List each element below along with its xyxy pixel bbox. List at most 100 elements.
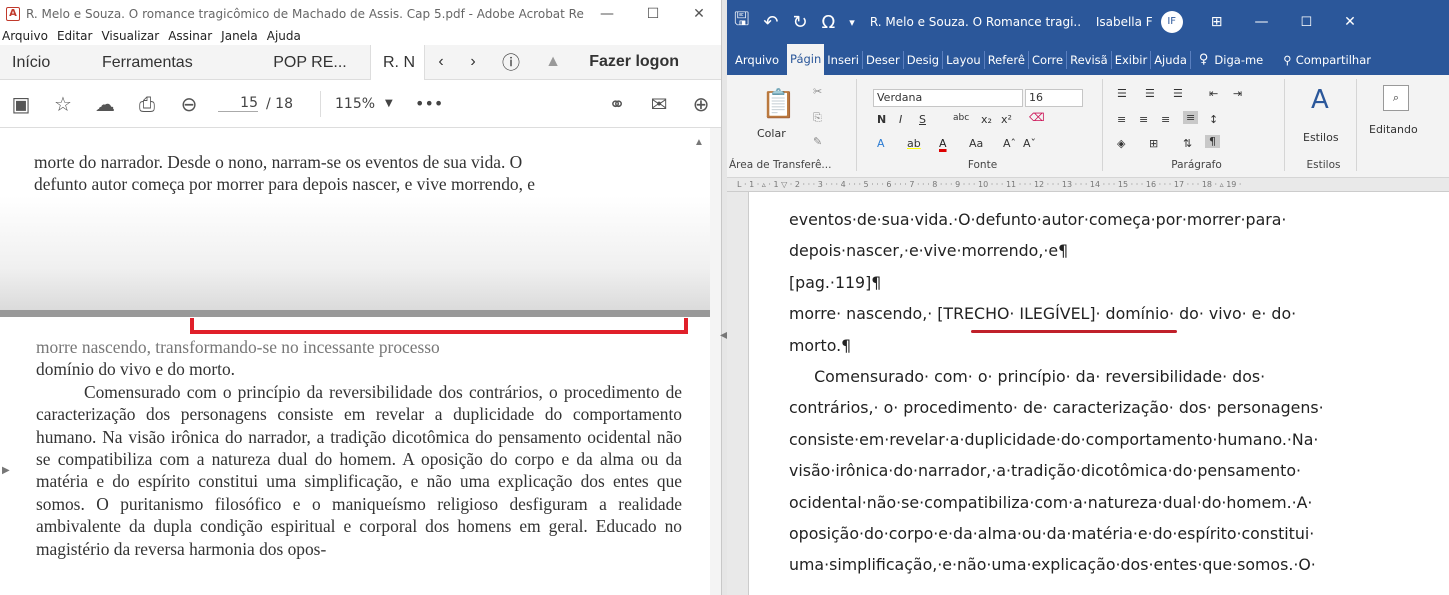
multilevel-icon[interactable]: ☰ [1173, 87, 1183, 100]
save-icon[interactable]: 🖫 [734, 7, 749, 37]
shading-icon[interactable]: ◈ [1117, 137, 1125, 150]
text-effects-icon[interactable]: A [877, 137, 885, 150]
tell-me-input[interactable]: Diga-me [1214, 53, 1263, 67]
user-name[interactable]: Isabella F [1096, 15, 1153, 29]
tab-design[interactable]: Desig [904, 50, 944, 69]
tab-revisao[interactable]: Revisã [1067, 50, 1112, 69]
tab-layout[interactable]: Layou [943, 50, 985, 69]
styles-icon[interactable]: A [1311, 85, 1329, 115]
maximize-icon[interactable]: ☐ [1300, 15, 1312, 30]
menu-editar[interactable]: Editar [57, 29, 93, 43]
avatar[interactable]: IF [1160, 11, 1183, 33]
tab-ferramentas[interactable]: Ferramentas [90, 45, 250, 80]
bold-icon[interactable]: N [877, 113, 886, 126]
editing-button[interactable]: Editando [1369, 123, 1418, 136]
cut-icon[interactable]: ✂ [813, 85, 822, 98]
format-painter-icon[interactable]: ✎ [813, 135, 822, 148]
zoom-out-icon[interactable]: ⊖ [168, 92, 210, 116]
tab-inserir[interactable]: Inseri [824, 50, 863, 69]
chevron-right-icon[interactable]: › [457, 53, 489, 71]
print-icon[interactable]: ⎙ [126, 92, 168, 116]
minimize-icon[interactable]: — [1254, 14, 1268, 30]
italic-icon[interactable]: I [899, 113, 902, 126]
change-case-icon[interactable]: Aa [969, 137, 983, 150]
tab-pagina-inicial[interactable]: Págin [787, 44, 825, 75]
menu-assinar[interactable]: Assinar [168, 29, 212, 43]
justify-icon[interactable]: ≡ [1183, 111, 1199, 124]
mail-icon[interactable]: ✉ [638, 92, 680, 116]
help-icon[interactable]: ⓘ [489, 49, 533, 75]
doc-line: morto.¶ [789, 335, 852, 355]
star-icon[interactable]: ☆ [42, 92, 84, 116]
line-spacing-icon[interactable]: ↕ [1209, 113, 1218, 126]
pdf-scrollbar[interactable] [710, 128, 721, 595]
font-size-select[interactable]: 16 [1025, 89, 1083, 107]
tab-exibir[interactable]: Exibir [1112, 50, 1152, 69]
customize-icon[interactable]: ▾ [849, 16, 855, 29]
page-number-input[interactable]: 15 [218, 95, 258, 112]
redo-icon[interactable]: ↻ [792, 12, 807, 33]
subscript-icon[interactable]: x₂ [981, 113, 992, 126]
horizontal-ruler[interactable]: L · 1 · ▵ · 1 ▽ · 2 · · · 3 · · · 4 · · … [727, 178, 1449, 192]
font-color-icon[interactable]: A [939, 137, 947, 150]
tab-doc-current[interactable]: R. N [370, 44, 425, 80]
maximize-icon[interactable]: ☐ [630, 6, 676, 22]
tab-doc-pop[interactable]: POP RE... [250, 45, 370, 80]
copy-icon[interactable]: ⎘ [813, 111, 822, 125]
paste-icon[interactable]: 📋 [761, 87, 796, 120]
numbering-icon[interactable]: ☰ [1145, 87, 1155, 100]
highlight-icon[interactable]: ab [907, 137, 921, 150]
increase-indent-icon[interactable]: ⇥ [1233, 87, 1242, 100]
zoom-select[interactable]: 115% [335, 96, 385, 112]
menu-visualizar[interactable]: Visualizar [101, 29, 159, 43]
tab-correspondencias[interactable]: Corre [1029, 50, 1068, 69]
more-icon[interactable]: ••• [415, 94, 455, 113]
symbol-icon[interactable]: Ω [822, 12, 836, 33]
sort-icon[interactable]: ⇅ [1183, 137, 1192, 150]
show-marks-icon[interactable]: ¶ [1205, 135, 1220, 148]
menu-arquivo[interactable]: Arquivo [2, 29, 48, 43]
underline-icon[interactable]: S [919, 113, 926, 126]
add-user-icon[interactable]: ⊕ [680, 92, 721, 116]
undo-icon[interactable]: ↶ [763, 12, 778, 33]
superscript-icon[interactable]: x² [1001, 113, 1012, 126]
clear-format-icon[interactable]: ⌫ [1029, 111, 1045, 124]
decrease-indent-icon[interactable]: ⇤ [1209, 87, 1218, 100]
bullets-icon[interactable]: ☰ [1117, 87, 1127, 100]
chevron-left-icon[interactable]: ‹ [425, 53, 457, 71]
bell-icon[interactable]: ▲ [533, 53, 573, 71]
close-icon[interactable]: ✕ [676, 6, 721, 22]
scroll-up-icon[interactable]: ▲ [694, 132, 704, 154]
menu-janela[interactable]: Janela [221, 29, 258, 43]
share-button[interactable]: Compartilhar [1296, 53, 1371, 67]
menu-ajuda[interactable]: Ajuda [267, 29, 301, 43]
align-left-icon[interactable]: ≡ [1117, 113, 1126, 126]
search-icon[interactable]: ⌕ [1383, 85, 1409, 111]
styles-button[interactable]: Estilos [1303, 131, 1339, 144]
tab-arquivo[interactable]: Arquivo [727, 51, 787, 69]
strikethrough-icon[interactable]: abc [953, 113, 969, 123]
shrink-font-icon[interactable]: Aˇ [1023, 137, 1036, 150]
minimize-icon[interactable]: — [584, 6, 630, 22]
login-button[interactable]: Fazer logon [573, 53, 693, 71]
save-icon[interactable]: ▣ [0, 92, 42, 116]
expand-left-icon[interactable]: ▶ [2, 460, 10, 482]
tab-referencias[interactable]: Referê [985, 50, 1029, 69]
link-icon[interactable]: ⚭ [596, 92, 638, 116]
grow-font-icon[interactable]: Aˆ [1003, 137, 1016, 150]
ribbon-display-icon[interactable]: ⊞ [1211, 14, 1223, 30]
share-icon[interactable]: ⚲ [1283, 53, 1291, 67]
word-document-body[interactable]: eventos·de·sua·vida.·O·defunto·autor·com… [789, 204, 1379, 581]
close-icon[interactable]: ✕ [1344, 14, 1356, 30]
tab-inicio[interactable]: Início [0, 45, 90, 80]
chevron-down-icon[interactable]: ▼ [385, 98, 415, 109]
tab-ajuda[interactable]: Ajuda [1151, 50, 1191, 69]
tab-desenhar[interactable]: Deser [863, 50, 904, 69]
borders-icon[interactable]: ⊞ [1149, 137, 1158, 150]
align-right-icon[interactable]: ≡ [1161, 113, 1170, 126]
paste-button[interactable]: Colar [757, 127, 786, 140]
upload-cloud-icon[interactable]: ☁ [84, 92, 126, 116]
align-center-icon[interactable]: ≡ [1139, 113, 1148, 126]
vertical-ruler[interactable] [727, 192, 749, 595]
font-name-select[interactable]: Verdana [873, 89, 1023, 107]
